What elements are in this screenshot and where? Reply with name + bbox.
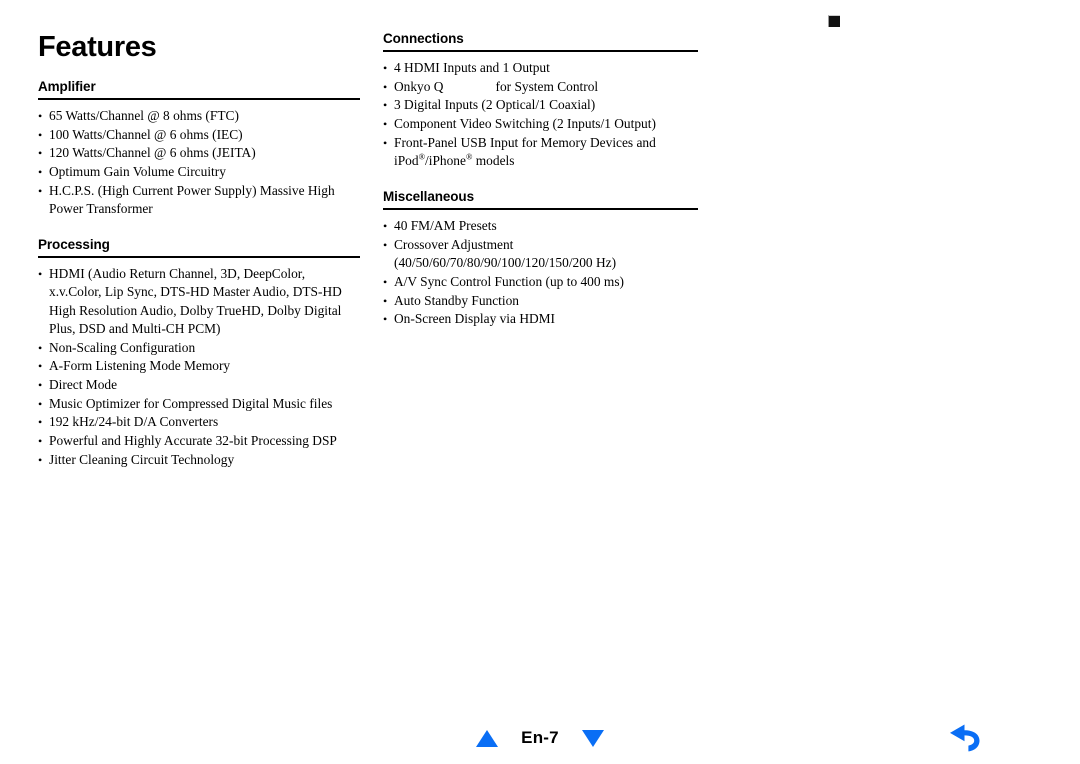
page-number-label: En-7 [521, 728, 559, 747]
list-item-text: Jitter Cleaning Circuit Technology [49, 451, 235, 467]
list-item: 100 Watts/Channel @ 6 ohms (IEC) [38, 126, 360, 144]
list-item: On-Screen Display via HDMI [383, 310, 698, 328]
models-label: models [472, 153, 515, 169]
list-item-continuation: (40/50/60/70/80/90/100/120/150/200 Hz) [394, 255, 617, 271]
section-rule [383, 208, 698, 211]
list-item-text: Component Video Switching (2 Inputs/1 Ou… [394, 116, 656, 132]
section-rule [383, 50, 698, 52]
list-item-text: Music Optimizer for Compressed Digital M… [49, 395, 333, 411]
list-item: Powerful and Highly Accurate 32-bit Proc… [38, 432, 360, 450]
section-processing: Processing HDMI (Audio Return Channel, 3… [38, 236, 360, 469]
list-item-text-prefix: Onkyo Q [394, 78, 444, 94]
section-rule [38, 256, 360, 259]
list-item-text: A/V Sync Control Function (up to 400 ms) [394, 273, 625, 289]
section-connections: Connections 4 HDMI Inputs and 1 Output O… [383, 30, 698, 170]
list-item: Direct Mode [38, 376, 360, 394]
list-item-text-suffix: for System Control [495, 78, 599, 94]
list-item-text: H.C.P.S. (High Current Power Supply) Mas… [49, 182, 335, 198]
feature-list: HDMI (Audio Return Channel, 3D, DeepColo… [38, 265, 360, 469]
list-item: 3 Digital Inputs (2 Optical/1 Coaxial) [383, 96, 698, 114]
list-item-text: 192 kHz/24-bit D/A Converters [49, 414, 219, 430]
triangle-down-icon[interactable] [581, 729, 604, 747]
list-item: Jitter Cleaning Circuit Technology [38, 451, 360, 469]
list-item-text: Direct Mode [49, 376, 118, 392]
iphone-label: /iPhone [425, 153, 466, 169]
list-item: 40 FM/AM Presets [383, 217, 698, 235]
list-item-text: 100 Watts/Channel @ 6 ohms (IEC) [49, 126, 243, 142]
list-item-text: 3 Digital Inputs (2 Optical/1 Coaxial) [394, 97, 596, 113]
list-item: A-Form Listening Mode Memory [38, 357, 360, 375]
page-navigation-controls: En-7 [476, 722, 604, 754]
list-item-text: 4 HDMI Inputs and 1 Output [394, 60, 550, 75]
page-navigation-bar: En-7 [0, 722, 1080, 756]
list-item-text: Non-Scaling Configuration [49, 339, 196, 355]
page-title: Features [38, 31, 157, 63]
list-item-text: Optimum Gain Volume Circuitry [49, 164, 226, 180]
back-arrow-button[interactable] [944, 718, 990, 758]
section-heading: Processing [38, 237, 110, 253]
list-item-text: Auto Standby Function [394, 292, 519, 308]
right-column: Connections 4 HDMI Inputs and 1 Output O… [383, 30, 698, 330]
list-item-onkyo-rihd: Onkyo Q for System Control [383, 78, 698, 96]
document-page: Features Amplifier 65 Watts/Channel @ 8 … [0, 0, 1080, 764]
list-item-text: Front-Panel USB Input for Memory Devices… [394, 134, 656, 150]
list-item-continuation: x.v.Color, Lip Sync, DTS-HD Master Audio… [49, 284, 342, 336]
section-rule [38, 98, 360, 100]
list-item: Front-Panel USB Input for Memory Devices… [383, 134, 698, 170]
feature-list: 40 FM/AM Presets Crossover Adjustment (4… [383, 217, 698, 328]
back-arrow-icon [950, 724, 980, 752]
section-amplifier: Amplifier 65 Watts/Channel @ 8 ohms (FTC… [38, 78, 360, 218]
feature-list: 4 HDMI Inputs and 1 Output Onkyo Q for Sy… [383, 59, 698, 170]
ipod-label: iPod [394, 153, 419, 169]
list-item: Non-Scaling Configuration [38, 339, 360, 357]
list-item-text: 65 Watts/Channel @ 8 ohms (FTC) [49, 108, 239, 123]
list-item-continuation: Power Transformer [49, 201, 153, 217]
list-item: 120 Watts/Channel @ 6 ohms (JEITA) [38, 144, 360, 162]
left-column: Features Amplifier 65 Watts/Channel @ 8 … [38, 30, 360, 471]
list-item: 65 Watts/Channel @ 8 ohms (FTC) [38, 107, 360, 125]
list-item-continuation-ipod: iPod®/iPhone® models [394, 152, 698, 170]
list-item-text: Powerful and Highly Accurate 32-bit Proc… [49, 433, 337, 449]
list-item-text: A-Form Listening Mode Memory [49, 358, 231, 374]
list-item-text: Crossover Adjustment [394, 236, 514, 252]
section-heading: Amplifier [38, 79, 96, 94]
list-item: Music Optimizer for Compressed Digital M… [38, 395, 360, 413]
list-item: Auto Standby Function [383, 292, 698, 310]
corner-registration-mark-icon [828, 15, 840, 27]
list-item: HDMI (Audio Return Channel, 3D, DeepColo… [38, 265, 360, 338]
list-item: Crossover Adjustment (40/50/60/70/80/90/… [383, 236, 698, 272]
list-item: A/V Sync Control Function (up to 400 ms) [383, 273, 698, 291]
list-item: Optimum Gain Volume Circuitry [38, 163, 360, 181]
section-heading: Connections [383, 31, 464, 46]
list-item: 192 kHz/24-bit D/A Converters [38, 413, 360, 431]
list-item-text: On-Screen Display via HDMI [394, 311, 556, 327]
section-miscellaneous: Miscellaneous 40 FM/AM Presets Crossover… [383, 188, 698, 329]
list-item: H.C.P.S. (High Current Power Supply) Mas… [38, 182, 360, 218]
triangle-up-icon[interactable] [476, 729, 498, 747]
section-heading: Miscellaneous [383, 189, 474, 205]
feature-list: 65 Watts/Channel @ 8 ohms (FTC) 100 Watt… [38, 107, 360, 218]
list-item-text: 40 FM/AM Presets [394, 218, 497, 234]
list-item-text: HDMI (Audio Return Channel, 3D, DeepColo… [49, 266, 306, 282]
list-item-text: 120 Watts/Channel @ 6 ohms (JEITA) [49, 145, 256, 161]
list-item: Component Video Switching (2 Inputs/1 Ou… [383, 115, 698, 133]
list-item: 4 HDMI Inputs and 1 Output [383, 59, 698, 77]
